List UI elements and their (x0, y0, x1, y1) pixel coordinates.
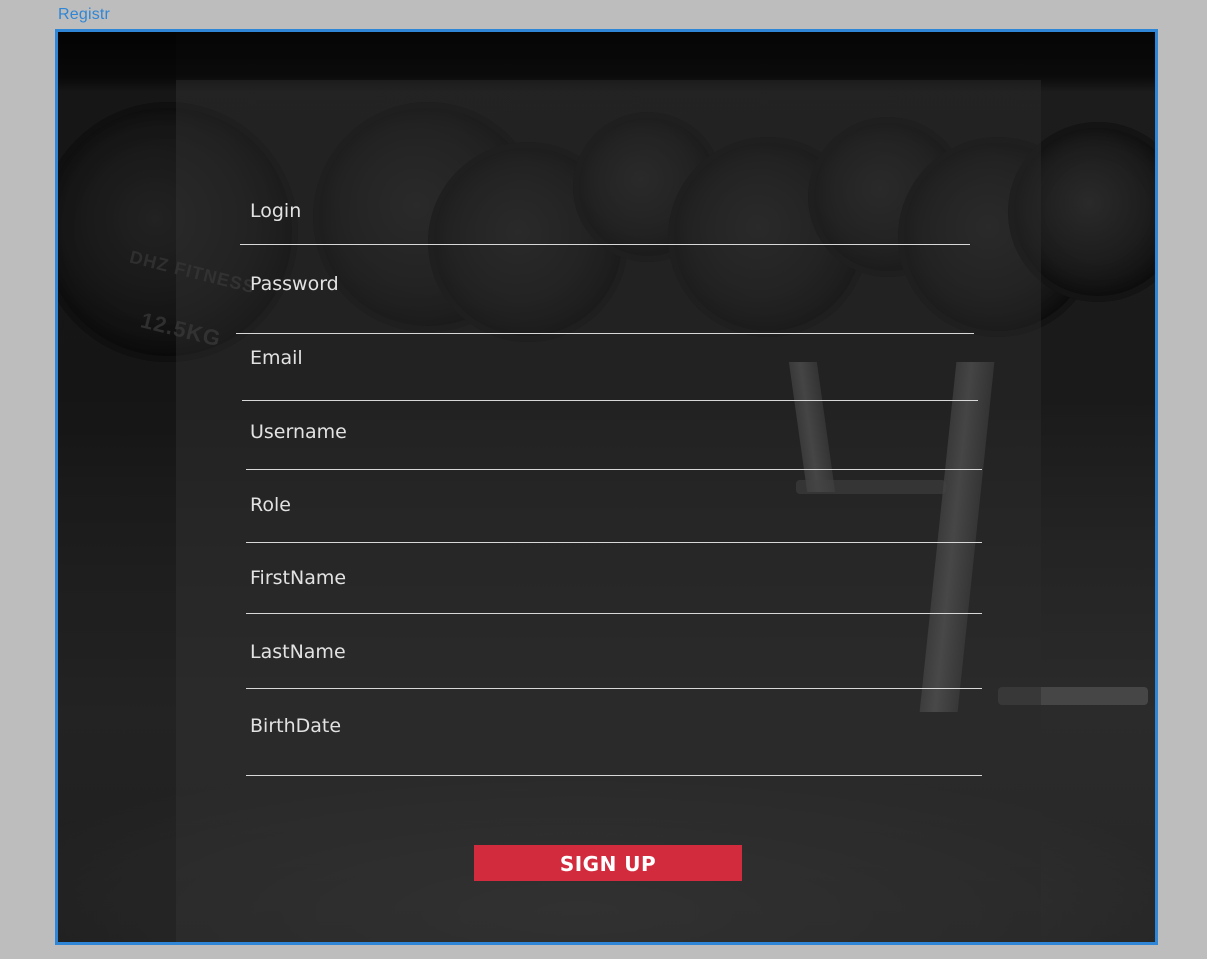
birthdate-input[interactable] (248, 715, 982, 757)
sign-up-button[interactable]: SIGN UP (474, 845, 742, 881)
lastname-field[interactable]: LastName (246, 641, 982, 689)
username-field[interactable]: Username (246, 421, 982, 470)
email-input[interactable] (248, 347, 982, 389)
background-shade (58, 32, 176, 942)
password-field[interactable]: Password (236, 273, 982, 334)
firstname-field[interactable]: FirstName (246, 567, 982, 614)
window-title: Registr (58, 6, 111, 23)
role-field[interactable]: Role (246, 494, 982, 543)
login-field[interactable]: Login (240, 200, 982, 245)
field-underline (236, 333, 974, 334)
field-underline (246, 469, 982, 470)
registration-window: DHZ FITNESS 12.5KG Login Password Emai (55, 29, 1158, 945)
lastname-input[interactable] (248, 641, 982, 683)
field-underline (242, 400, 978, 401)
username-input[interactable] (248, 421, 982, 463)
field-underline (246, 542, 982, 543)
app-screen: Registr DHZ FITNESS 12.5KG Login (0, 0, 1207, 959)
role-input[interactable] (248, 494, 982, 536)
firstname-input[interactable] (248, 567, 982, 609)
birthdate-field[interactable]: BirthDate (246, 715, 982, 776)
login-input[interactable] (248, 200, 982, 242)
field-underline (240, 244, 970, 245)
field-underline (246, 688, 982, 689)
password-input[interactable] (248, 273, 982, 315)
email-field[interactable]: Email (242, 347, 982, 401)
field-underline (246, 613, 982, 614)
field-underline (246, 775, 982, 776)
